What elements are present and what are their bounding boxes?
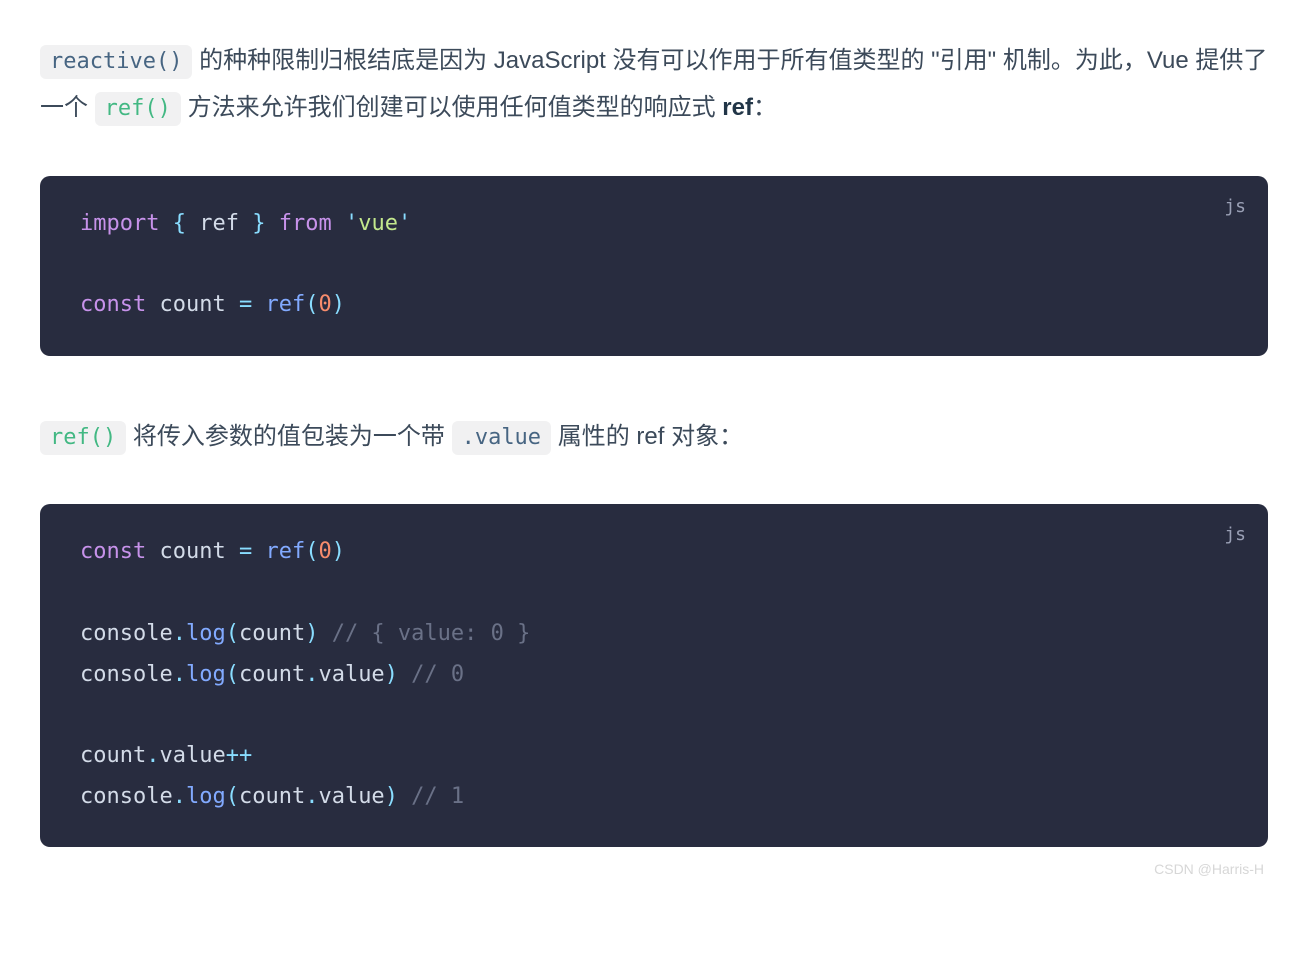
inline-code-ref: ref(): [95, 92, 181, 126]
code-line: import { ref } from 'vue': [80, 204, 1228, 245]
code-line: count.value++: [80, 736, 1228, 777]
code-block-2: js const count = ref(0) console.log(coun…: [40, 504, 1268, 847]
paragraph-2: ref() 将传入参数的值包装为一个带 .value 属性的 ref 对象：: [40, 414, 1268, 461]
code-line: console.log(count.value) // 0: [80, 655, 1228, 696]
lang-tag: js: [1224, 518, 1246, 551]
inline-code-value: .value: [452, 421, 551, 455]
code-line: console.log(count) // { value: 0 }: [80, 614, 1228, 655]
text: ：: [753, 94, 777, 121]
inline-code-reactive: reactive(): [40, 45, 192, 79]
inline-code-ref: ref(): [40, 421, 126, 455]
watermark: CSDN @Harris-H: [40, 853, 1268, 877]
code-line: console.log(count.value) // 1: [80, 777, 1228, 818]
text: 属性的 ref 对象：: [551, 423, 743, 450]
code-line: [80, 573, 1228, 614]
paragraph-1: reactive() 的种种限制归根结底是因为 JavaScript 没有可以作…: [40, 38, 1268, 132]
code-line: [80, 244, 1228, 285]
lang-tag: js: [1224, 190, 1246, 223]
bold-ref: ref: [722, 94, 753, 121]
code-line: const count = ref(0): [80, 532, 1228, 573]
code-line: [80, 695, 1228, 736]
text: 方法来允许我们创建可以使用任何值类型的响应式: [181, 94, 722, 121]
code-block-1: js import { ref } from 'vue' const count…: [40, 176, 1268, 356]
code-line: const count = ref(0): [80, 285, 1228, 326]
text: 将传入参数的值包装为一个带: [126, 423, 451, 450]
